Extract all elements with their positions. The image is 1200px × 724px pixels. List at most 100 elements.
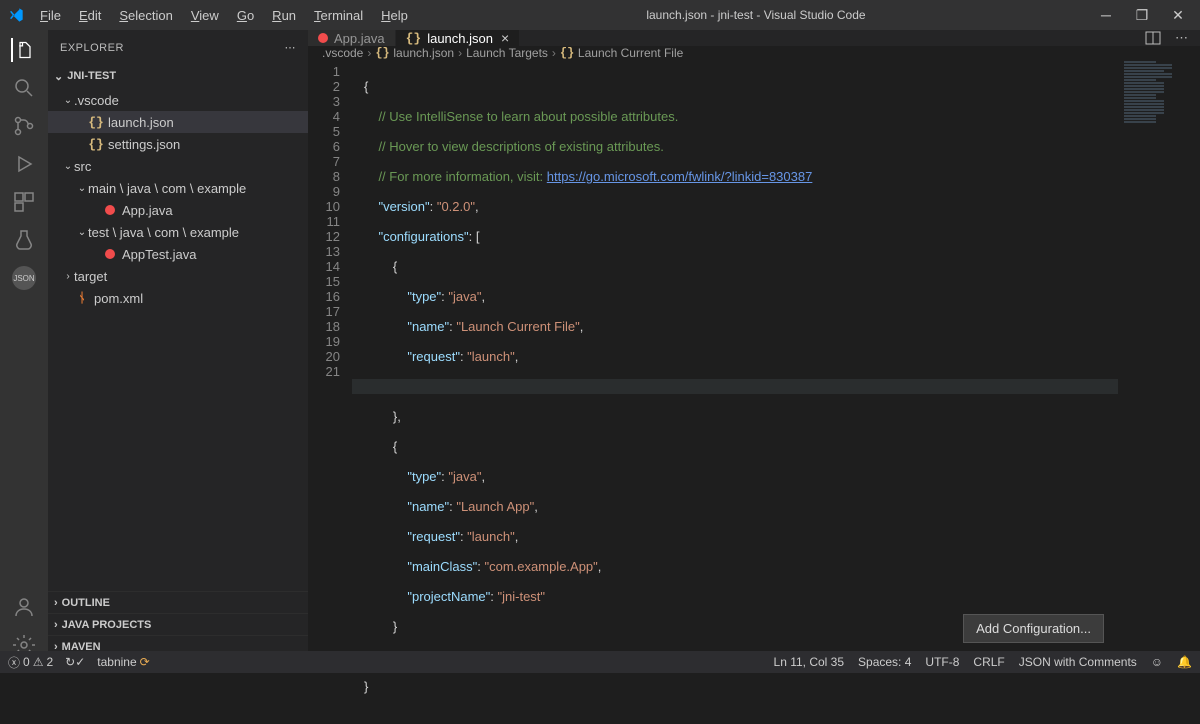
tree-label: src	[74, 159, 91, 174]
json-icon: {}	[88, 137, 104, 152]
breadcrumb-item[interactable]: .vscode	[322, 46, 363, 60]
breadcrumb[interactable]: .vscode › {} launch.json › Launch Target…	[308, 46, 1200, 60]
json-icon: {}	[375, 46, 389, 60]
status-cursor-position[interactable]: Ln 11, Col 35	[774, 655, 845, 669]
error-icon: ⓧ	[8, 654, 20, 671]
code-string: "Launch App"	[456, 499, 534, 514]
menu-help[interactable]: Help	[373, 6, 416, 25]
menu-view[interactable]: View	[183, 6, 227, 25]
json-icon: {}	[406, 31, 422, 46]
breadcrumb-item[interactable]: launch.json	[393, 46, 454, 60]
breadcrumb-item[interactable]: Launch Current File	[578, 46, 683, 60]
code-link[interactable]: https://go.microsoft.com/fwlink/?linkid=…	[547, 169, 813, 184]
status-tabnine[interactable]: tabnine ⟳	[97, 655, 149, 669]
code-token: {	[364, 79, 368, 94]
folder-src[interactable]: ⌄src	[48, 155, 308, 177]
code-key: "configurations"	[378, 229, 468, 244]
window-controls: ─ ❐ ✕	[1096, 7, 1192, 24]
maximize-icon[interactable]: ❐	[1132, 7, 1152, 24]
source-control-icon[interactable]	[12, 114, 36, 138]
menu-selection[interactable]: Selection	[111, 6, 180, 25]
status-errors[interactable]: ⓧ0 ⚠2	[8, 654, 53, 671]
code-key: "mainClass"	[407, 559, 477, 574]
chevron-down-icon: ⌄	[54, 70, 63, 83]
folder-main-path[interactable]: ⌄main \ java \ com \ example	[48, 177, 308, 199]
file-tree: ⌄.vscode {}launch.json {} settings.json ⌄…	[48, 87, 308, 311]
close-icon[interactable]: ✕	[1168, 7, 1188, 24]
folder-vscode[interactable]: ⌄.vscode	[48, 89, 308, 111]
testing-icon[interactable]	[12, 228, 36, 252]
sidebar-title: EXPLORER	[60, 42, 124, 54]
status-sync[interactable]: ↻✓	[65, 655, 85, 669]
tab-launch-json[interactable]: {}launch.json×	[396, 30, 521, 46]
file-settings-json[interactable]: {} settings.json	[48, 133, 308, 155]
section-label: OUTLINE	[62, 597, 110, 609]
json-extension-icon[interactable]: JSON	[12, 266, 36, 290]
section-outline[interactable]: ›OUTLINE	[48, 591, 308, 613]
status-bar: ⓧ0 ⚠2 ↻✓ tabnine ⟳ Ln 11, Col 35 Spaces:…	[0, 651, 1200, 673]
breadcrumb-item[interactable]: Launch Targets	[466, 46, 548, 60]
file-pom-xml[interactable]: ᚾpom.xml	[48, 287, 308, 309]
window-title: launch.json - jni-test - Visual Studio C…	[416, 8, 1096, 22]
title-bar: File Edit Selection View Go Run Terminal…	[0, 0, 1200, 30]
search-icon[interactable]	[12, 76, 36, 100]
status-indentation[interactable]: Spaces: 4	[858, 655, 911, 669]
code-string: "0.2.0"	[437, 199, 475, 214]
tree-label: AppTest.java	[122, 247, 196, 262]
minimize-icon[interactable]: ─	[1096, 7, 1116, 24]
editor-group: App.java {}launch.json× ⋯ .vscode › {} l…	[308, 30, 1200, 657]
code-key: "request"	[407, 529, 460, 544]
more-actions-icon[interactable]: ⋯	[1175, 30, 1188, 46]
tree-label: target	[74, 269, 107, 284]
section-java-projects[interactable]: ›JAVA PROJECTS	[48, 613, 308, 635]
project-header[interactable]: ⌄ JNI-TEST	[48, 65, 308, 87]
tab-close-icon[interactable]: ×	[501, 30, 509, 46]
status-value: 2	[46, 655, 53, 669]
sidebar-bottom-sections: ›OUTLINE ›JAVA PROJECTS ›MAVEN	[48, 591, 308, 657]
java-error-icon	[102, 205, 118, 215]
run-debug-icon[interactable]	[12, 152, 36, 176]
code-comment: // For more information, visit:	[364, 169, 547, 184]
menu-edit[interactable]: Edit	[71, 6, 109, 25]
line-numbers: 123456789101112131415161718192021	[308, 60, 352, 724]
warning-icon: ⚠	[33, 655, 44, 669]
explorer-icon[interactable]	[11, 38, 35, 62]
sidebar-header: EXPLORER ⋯	[48, 30, 308, 65]
file-apptest-java[interactable]: AppTest.java	[48, 243, 308, 265]
status-eol[interactable]: CRLF	[973, 655, 1004, 669]
chevron-right-icon: ›	[552, 46, 556, 60]
tree-label: .vscode	[74, 93, 119, 108]
status-encoding[interactable]: UTF-8	[925, 655, 959, 669]
editor-actions: ⋯	[1145, 30, 1200, 46]
menu-file[interactable]: File	[32, 6, 69, 25]
code-key: "name"	[407, 499, 449, 514]
menu-go[interactable]: Go	[229, 6, 262, 25]
status-language-mode[interactable]: JSON with Comments	[1019, 655, 1137, 669]
code-string: "com.example.App"	[485, 559, 598, 574]
folder-test-path[interactable]: ⌄test \ java \ com \ example	[48, 221, 308, 243]
more-icon[interactable]: ⋯	[285, 41, 297, 54]
code-string: "launch"	[467, 529, 515, 544]
file-launch-json[interactable]: {}launch.json	[48, 111, 308, 133]
tree-label: settings.json	[108, 137, 180, 152]
folder-target[interactable]: ›target	[48, 265, 308, 287]
file-app-java[interactable]: App.java	[48, 199, 308, 221]
json-icon: {}	[560, 46, 574, 60]
accounts-icon[interactable]	[12, 595, 36, 619]
code-key: "version"	[378, 199, 429, 214]
code-string: "jni-test"	[498, 589, 546, 604]
status-value: 0	[23, 655, 30, 669]
split-editor-icon[interactable]	[1145, 30, 1161, 46]
tab-app-java[interactable]: App.java	[308, 30, 396, 46]
notifications-icon[interactable]: 🔔	[1177, 655, 1192, 669]
extensions-icon[interactable]	[12, 190, 36, 214]
code-string: "java"	[448, 469, 481, 484]
code-key: "name"	[407, 319, 449, 334]
feedback-icon[interactable]: ☺	[1151, 655, 1163, 669]
minimap[interactable]	[1120, 60, 1200, 724]
menu-terminal[interactable]: Terminal	[306, 6, 371, 25]
menu-run[interactable]: Run	[264, 6, 304, 25]
add-configuration-button[interactable]: Add Configuration...	[963, 614, 1104, 643]
code-string: "Launch Current File"	[456, 319, 579, 334]
project-name: JNI-TEST	[67, 70, 116, 82]
